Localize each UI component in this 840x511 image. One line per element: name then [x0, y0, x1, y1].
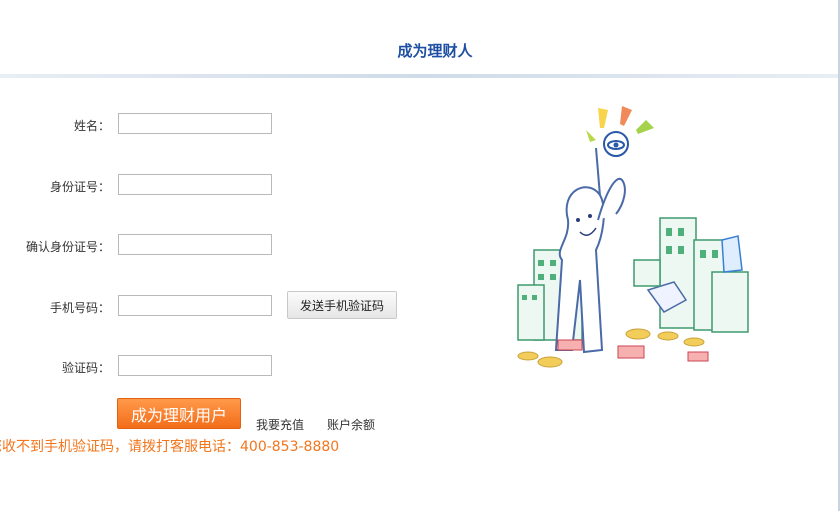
send-sms-code-button[interactable]: 发送手机验证码	[287, 291, 397, 319]
confirm-id-number-input[interactable]	[118, 234, 272, 255]
name-input[interactable]	[118, 113, 272, 134]
logo-eye-icon	[603, 131, 629, 157]
recharge-link[interactable]: 我要充值	[256, 416, 304, 433]
become-investor-button[interactable]: 成为理财用户	[117, 398, 241, 429]
verification-code-label: 验证码：	[61, 361, 110, 375]
support-notice: 您收不到手机验证码，请拨打客服电话：400-853-8880	[0, 439, 340, 455]
header-divider	[0, 74, 840, 78]
confirm-id-number-label: 确认身份证号：	[25, 240, 110, 254]
id-number-input[interactable]	[118, 174, 272, 195]
page-header: 成为理财人	[0, 0, 840, 78]
verification-code-input[interactable]	[118, 355, 272, 376]
phone-input[interactable]	[118, 295, 272, 316]
id-number-label: 身份证号：	[49, 180, 110, 194]
page-title: 成为理财人	[397, 42, 473, 60]
mascot-city-money-illustration	[517, 106, 749, 368]
account-balance-link[interactable]: 账户余额	[327, 416, 375, 433]
name-label: 姓名：	[73, 119, 110, 133]
mascot-figure	[554, 177, 626, 354]
phone-label: 手机号码：	[49, 301, 110, 315]
